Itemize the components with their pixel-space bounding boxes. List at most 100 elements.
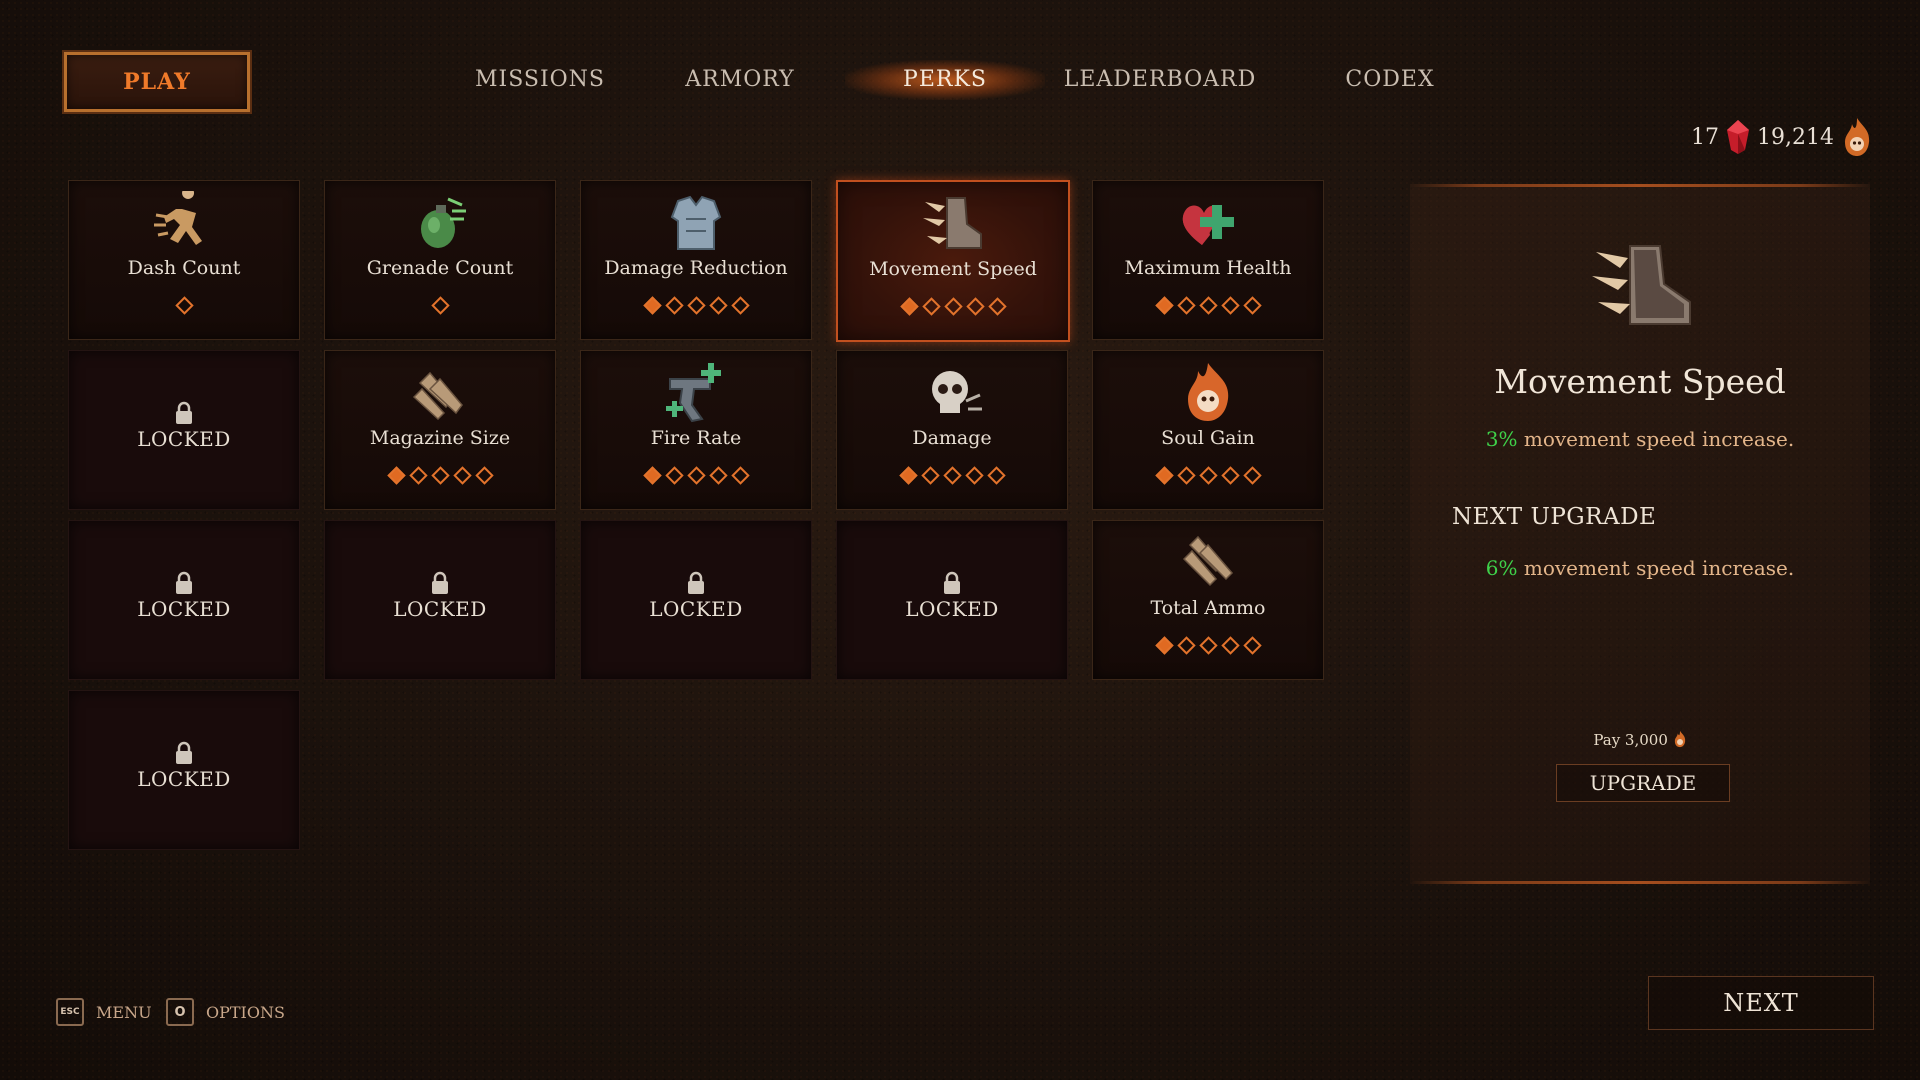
tab-missions[interactable]: MISSIONS [440, 60, 640, 100]
level-pip [920, 466, 940, 485]
level-pip [898, 466, 918, 485]
perk-locked-slot[interactable]: LOCKED [324, 520, 556, 680]
level-pip [708, 466, 728, 485]
perk-name: Movement Speed [869, 258, 1037, 280]
soul-count: 19,214 [1757, 124, 1834, 150]
locked-label: LOCKED [137, 427, 231, 451]
gem-count: 17 [1691, 124, 1720, 150]
armor-vest-icon [670, 195, 722, 250]
level-pip [430, 466, 450, 485]
level-pip [386, 466, 406, 485]
tab-leaderboard[interactable]: LEADERBOARD [1040, 60, 1280, 100]
next-button[interactable]: NEXT [1648, 976, 1874, 1030]
upgrade-cost: Pay 3,000 [1410, 730, 1870, 749]
perk-locked-slot[interactable]: LOCKED [580, 520, 812, 680]
detail-title: Movement Speed [1494, 362, 1786, 401]
grenade-icon [421, 197, 466, 248]
level-pip [965, 297, 985, 316]
level-pip [1154, 466, 1174, 485]
panel-top-border [1410, 184, 1870, 187]
level-pips [838, 297, 1068, 316]
level-pips [1093, 636, 1323, 655]
perk-damage[interactable]: Damage [836, 350, 1068, 510]
perk-damage-reduction[interactable]: Damage Reduction [580, 180, 812, 340]
level-pip [430, 296, 450, 315]
level-pips [581, 296, 811, 315]
perk-name: Damage Reduction [604, 257, 788, 279]
level-pip [730, 466, 750, 485]
red-gem-icon [1727, 120, 1750, 154]
perk-magazine-size[interactable]: Magazine Size [324, 350, 556, 510]
perk-soul-gain[interactable]: Soul Gain [1092, 350, 1324, 510]
level-pip [1242, 466, 1262, 485]
perk-name: Damage [912, 427, 992, 449]
level-pip [1176, 466, 1196, 485]
level-pips [1093, 296, 1323, 315]
heart-plus-icon [1182, 205, 1234, 245]
locked-label: LOCKED [137, 597, 231, 621]
panel-bottom-border [1410, 881, 1870, 884]
locked-label: LOCKED [905, 597, 999, 621]
level-pip [730, 296, 750, 315]
level-pip [899, 297, 919, 316]
perk-maximum-health[interactable]: Maximum Health [1092, 180, 1324, 340]
perk-name: Total Ammo [1150, 597, 1266, 619]
bullets-icon [412, 371, 463, 421]
main-tabs: MISSIONS ARMORY PERKS LEADERBOARD CODEX [0, 60, 1920, 100]
perk-grenade-count[interactable]: Grenade Count [324, 180, 556, 340]
level-pips [581, 466, 811, 485]
next-upgrade-heading: NEXT UPGRADE [1452, 504, 1657, 530]
level-pip [408, 466, 428, 485]
running-figure-icon [154, 191, 202, 245]
ammo-stack-icon [1182, 535, 1234, 587]
perk-locked-slot[interactable]: LOCKED [68, 520, 300, 680]
level-pip [1242, 636, 1262, 655]
flaming-skull-icon [1188, 363, 1229, 421]
tab-armory[interactable]: ARMORY [640, 60, 840, 100]
level-pips [69, 296, 299, 315]
menu-hint-label: MENU [96, 1002, 152, 1022]
level-pip [686, 296, 706, 315]
perk-locked-slot[interactable]: LOCKED [836, 520, 1068, 680]
lock-icon [176, 741, 192, 764]
perk-fire-rate[interactable]: Fire Rate [580, 350, 812, 510]
perk-detail-panel: Movement Speed 3% movement speed increas… [1410, 184, 1870, 884]
level-pip [1198, 466, 1218, 485]
perk-dash-count[interactable]: Dash Count [68, 180, 300, 340]
tab-perks[interactable]: PERKS [845, 60, 1045, 100]
level-pip [1242, 296, 1262, 315]
level-pip [686, 466, 706, 485]
upgrade-cost-text: Pay 3,000 [1593, 731, 1668, 749]
current-effect-text: movement speed increase. [1517, 427, 1795, 451]
level-pip [452, 466, 472, 485]
options-hint[interactable]: O OPTIONS [166, 998, 285, 1026]
level-pip [474, 466, 494, 485]
lock-icon [176, 401, 192, 424]
lock-icon [432, 571, 448, 594]
level-pip [708, 296, 728, 315]
level-pips [325, 296, 555, 315]
options-hint-label: OPTIONS [206, 1002, 285, 1022]
level-pip [1176, 296, 1196, 315]
perk-movement-speed[interactable]: Movement Speed [836, 180, 1070, 342]
o-key-icon: O [166, 998, 194, 1026]
next-percent: 6% [1485, 556, 1518, 580]
perk-locked-slot[interactable]: LOCKED [68, 350, 300, 510]
perk-total-ammo[interactable]: Total Ammo [1092, 520, 1324, 680]
level-pip [1176, 636, 1196, 655]
perk-name: Fire Rate [650, 427, 742, 449]
level-pip [642, 296, 662, 315]
level-pip [986, 466, 1006, 485]
level-pip [1220, 636, 1240, 655]
level-pip [642, 466, 662, 485]
level-pips [1093, 466, 1323, 485]
upgrade-button[interactable]: UPGRADE [1556, 764, 1730, 802]
perk-name: Maximum Health [1124, 257, 1292, 279]
level-pip [664, 296, 684, 315]
currency-display: 17 19,214 [1691, 116, 1872, 158]
locked-label: LOCKED [137, 767, 231, 791]
current-effect: 3% movement speed increase. [1410, 427, 1870, 451]
perk-locked-slot[interactable]: LOCKED [68, 690, 300, 850]
menu-hint[interactable]: ESC MENU [56, 998, 152, 1026]
tab-codex[interactable]: CODEX [1290, 60, 1490, 100]
